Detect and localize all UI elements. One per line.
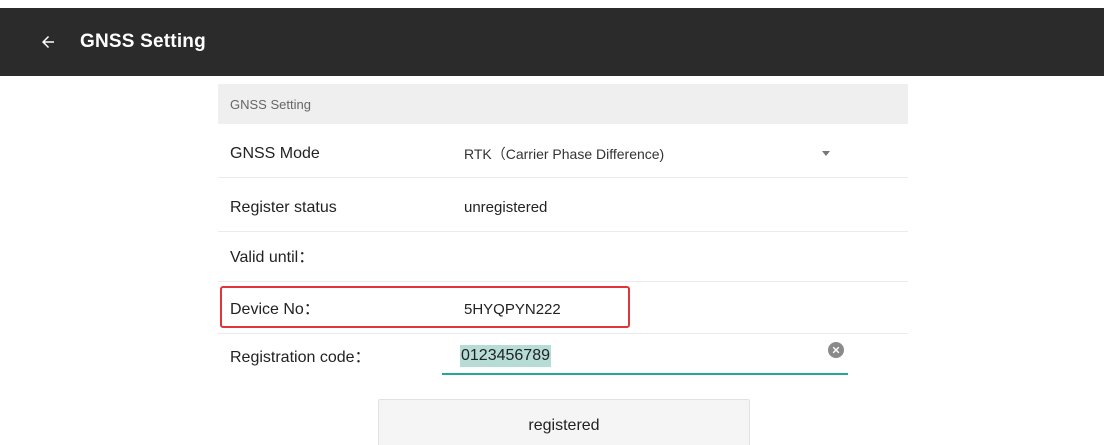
register-status-value: unregistered — [464, 199, 548, 216]
valid-until-label: Valid until： — [230, 249, 315, 266]
dropdown-arrow-icon[interactable] — [822, 151, 830, 156]
register-status-label: Register status — [230, 199, 337, 216]
registration-code-input[interactable]: 0123456789 — [442, 339, 848, 375]
gnss-mode-select[interactable]: RTK（Carrier Phase Difference) — [464, 130, 664, 178]
gnss-mode-label: GNSS Mode — [230, 145, 320, 162]
section-header-label: GNSS Setting — [230, 96, 311, 112]
registration-code-value: 0123456789 — [460, 345, 551, 367]
gnss-mode-row[interactable]: GNSS Mode RTK（Carrier Phase Difference) — [218, 130, 908, 178]
device-no-row: Device No： 5HYQPYN222 — [218, 286, 908, 334]
clear-circle-icon — [832, 346, 840, 354]
valid-until-row: Valid until： — [218, 234, 908, 282]
back-button[interactable] — [28, 22, 68, 62]
section-header: GNSS Setting — [218, 84, 908, 124]
page-title: GNSS Setting — [80, 31, 206, 52]
screen: GNSS Setting GNSS Setting GNSS Mode RTK（… — [0, 0, 1104, 445]
device-no-value: 5HYQPYN222 — [464, 301, 561, 318]
arrow-left-icon — [42, 36, 54, 48]
device-no-label: Device No： — [230, 301, 320, 318]
register-button-label: registered — [528, 417, 600, 434]
registration-code-label: Registration code： — [230, 349, 371, 366]
clear-input-button[interactable] — [828, 342, 844, 358]
app-bar: GNSS Setting — [0, 8, 1104, 76]
register-status-row: Register status unregistered — [218, 184, 908, 232]
register-button[interactable]: registered — [378, 399, 750, 445]
